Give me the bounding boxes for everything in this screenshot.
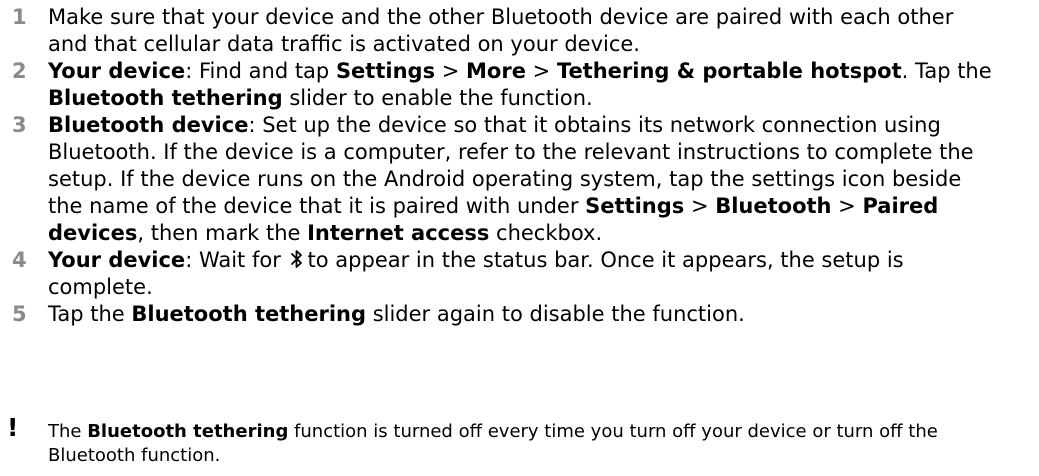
- step-text-bold: Tethering & portable hotspot: [556, 59, 902, 83]
- step-text-bold: Bluetooth: [715, 194, 832, 218]
- step-text: Make sure that your device and the other…: [48, 4, 1039, 58]
- step-item: 4 Your device: Wait for to appear in the…: [0, 247, 1039, 301]
- bluetooth-icon: [290, 250, 302, 268]
- step-text: Tap the Bluetooth tethering slider again…: [48, 301, 1039, 328]
- step-number: 4: [12, 248, 27, 272]
- step-text-segment: >: [525, 59, 557, 83]
- step-text-segment: , then mark the: [137, 221, 308, 245]
- exclamation-icon: !: [7, 413, 19, 442]
- instruction-document: 1 Make sure that your device and the oth…: [0, 0, 1039, 476]
- step-text-bold: Your device: [48, 248, 186, 272]
- step-item: 1 Make sure that your device and the oth…: [0, 4, 1039, 58]
- step-text-segment: : Find and tap: [185, 59, 336, 83]
- step-text-bold: More: [466, 59, 526, 83]
- step-text-segment: >: [684, 194, 716, 218]
- note-text-segment: The: [48, 421, 88, 442]
- step-number: 3: [12, 113, 27, 137]
- step-number: 5: [12, 302, 27, 326]
- step-text: Bluetooth device: Set up the device so t…: [48, 112, 1039, 247]
- step-text-segment: checkbox.: [489, 221, 603, 245]
- step-text-bold: Internet access: [307, 221, 490, 245]
- step-text-bold: Your device: [48, 59, 186, 83]
- step-text-bold: Bluetooth tethering: [48, 86, 283, 110]
- step-text-bold: Bluetooth tethering: [131, 302, 367, 326]
- step-text-segment: slider to enable the function.: [282, 86, 593, 110]
- note-text-bold: Bluetooth tethering: [87, 421, 289, 442]
- step-text-segment: slider again to disable the function.: [366, 302, 745, 326]
- step-number: 2: [12, 59, 27, 83]
- step-text-segment: >: [435, 59, 467, 83]
- step-text-segment: >: [831, 194, 863, 218]
- step-text: Your device: Wait for to appear in the s…: [48, 247, 1039, 301]
- step-text-segment: Tap the: [48, 302, 132, 326]
- step-number: 1: [12, 5, 27, 29]
- warning-note: ! The Bluetooth tethering function is tu…: [0, 415, 1039, 468]
- step-list: 1 Make sure that your device and the oth…: [0, 4, 1039, 328]
- step-text-segment: Make sure that your device and the other…: [48, 5, 954, 56]
- step-text: Your device: Find and tap Settings > Mor…: [48, 58, 1039, 112]
- step-item: 3 Bluetooth device: Set up the device so…: [0, 112, 1039, 247]
- step-item: 2 Your device: Find and tap Settings > M…: [0, 58, 1039, 112]
- note-text: The Bluetooth tethering function is turn…: [48, 420, 1039, 468]
- step-text-bold: Settings: [335, 59, 436, 83]
- step-text-bold: Bluetooth device: [48, 113, 249, 137]
- step-text-segment: . Tap the: [901, 59, 992, 83]
- step-item: 5 Tap the Bluetooth tethering slider aga…: [0, 301, 1039, 328]
- step-text-bold: Settings: [585, 194, 685, 218]
- step-text-segment: : Wait for: [185, 248, 288, 272]
